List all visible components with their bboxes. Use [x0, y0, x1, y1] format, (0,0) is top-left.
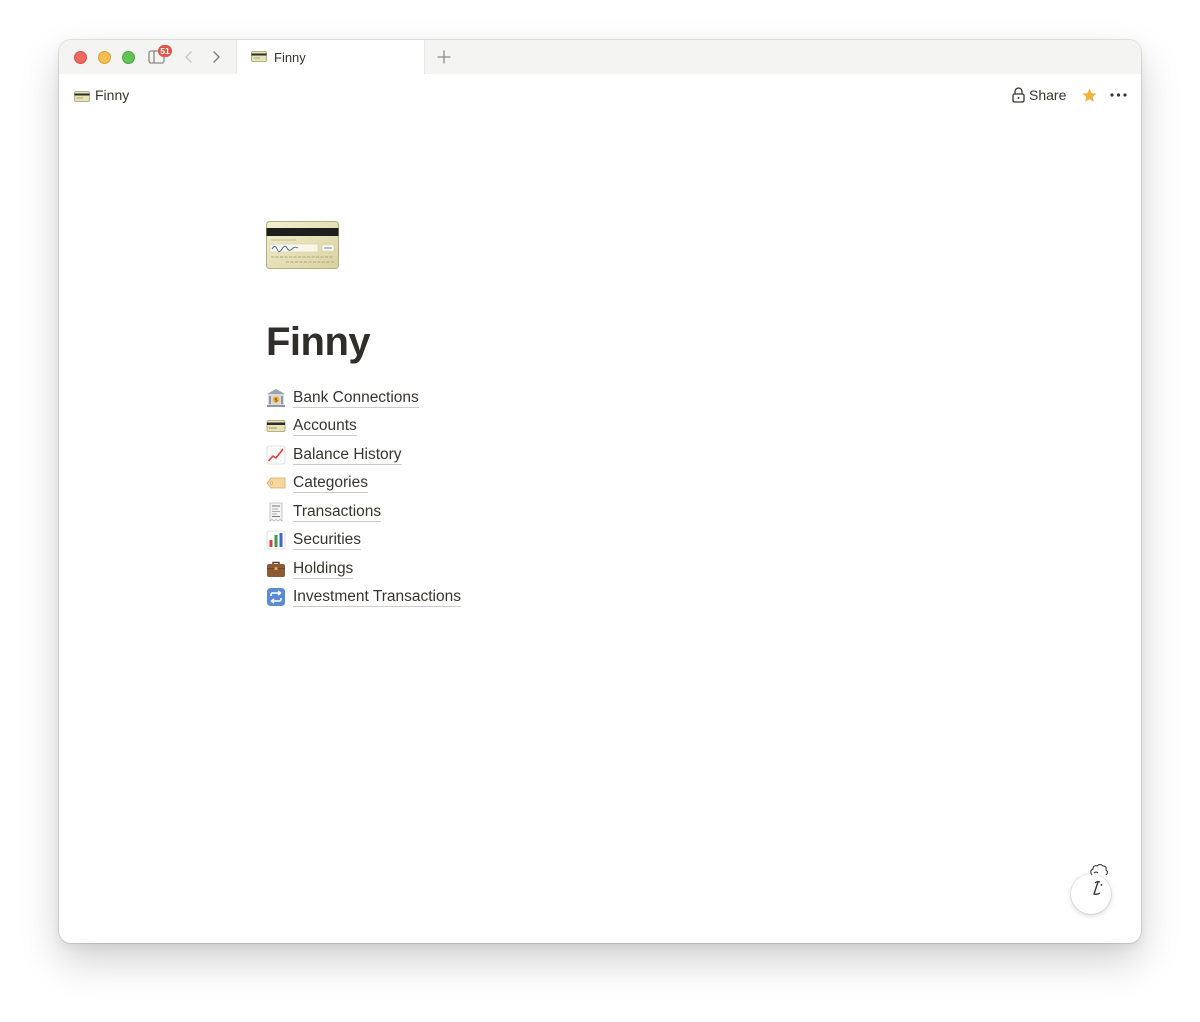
forward-arrow-icon[interactable]	[210, 50, 222, 64]
credit-card-icon	[266, 420, 286, 432]
repeat-icon	[267, 588, 285, 606]
link-label: Securities	[293, 531, 362, 550]
share-label: Share	[1029, 87, 1067, 103]
more-horizontal-icon[interactable]	[1110, 93, 1127, 97]
link-label: Holdings	[293, 560, 354, 579]
help-character-icon[interactable]	[1085, 863, 1111, 903]
tab-count-badge: 51	[158, 45, 172, 57]
svg-text:$: $	[274, 398, 278, 404]
link-label: Transactions	[293, 503, 382, 522]
maximize-window-button[interactable]	[122, 51, 135, 64]
link-label: Investment Transactions	[293, 588, 461, 607]
plus-icon[interactable]	[437, 50, 451, 64]
title-bar: 51 Finny	[59, 40, 1141, 74]
page-title: Finny	[266, 320, 371, 364]
credit-card-icon	[251, 51, 267, 62]
tab-title: Finny	[274, 50, 306, 65]
minimize-window-button[interactable]	[98, 51, 111, 64]
star-icon[interactable]	[1081, 87, 1098, 104]
briefcase-icon	[267, 561, 285, 577]
bar-chart-icon	[266, 530, 286, 550]
breadcrumb-label: Finny	[95, 87, 130, 103]
chart-increasing-icon	[266, 445, 286, 465]
credit-card-icon[interactable]	[266, 221, 339, 269]
browser-window: 51 Finny Finny Share Finny $ Bank Connec…	[59, 40, 1141, 943]
page-topbar: Finny Share	[59, 74, 1141, 116]
bank-icon: $	[267, 389, 285, 407]
receipt-icon	[269, 502, 283, 522]
link-label: Bank Connections	[293, 389, 419, 408]
credit-card-icon	[74, 91, 90, 102]
close-window-button[interactable]	[74, 51, 87, 64]
back-arrow-icon[interactable]	[183, 50, 195, 64]
link-label: Categories	[293, 474, 368, 493]
lock-icon	[1012, 87, 1025, 103]
label-tag-icon	[266, 477, 286, 489]
tab-finny[interactable]: Finny	[236, 40, 425, 74]
link-label: Accounts	[293, 417, 357, 436]
link-label: Balance History	[293, 446, 402, 465]
